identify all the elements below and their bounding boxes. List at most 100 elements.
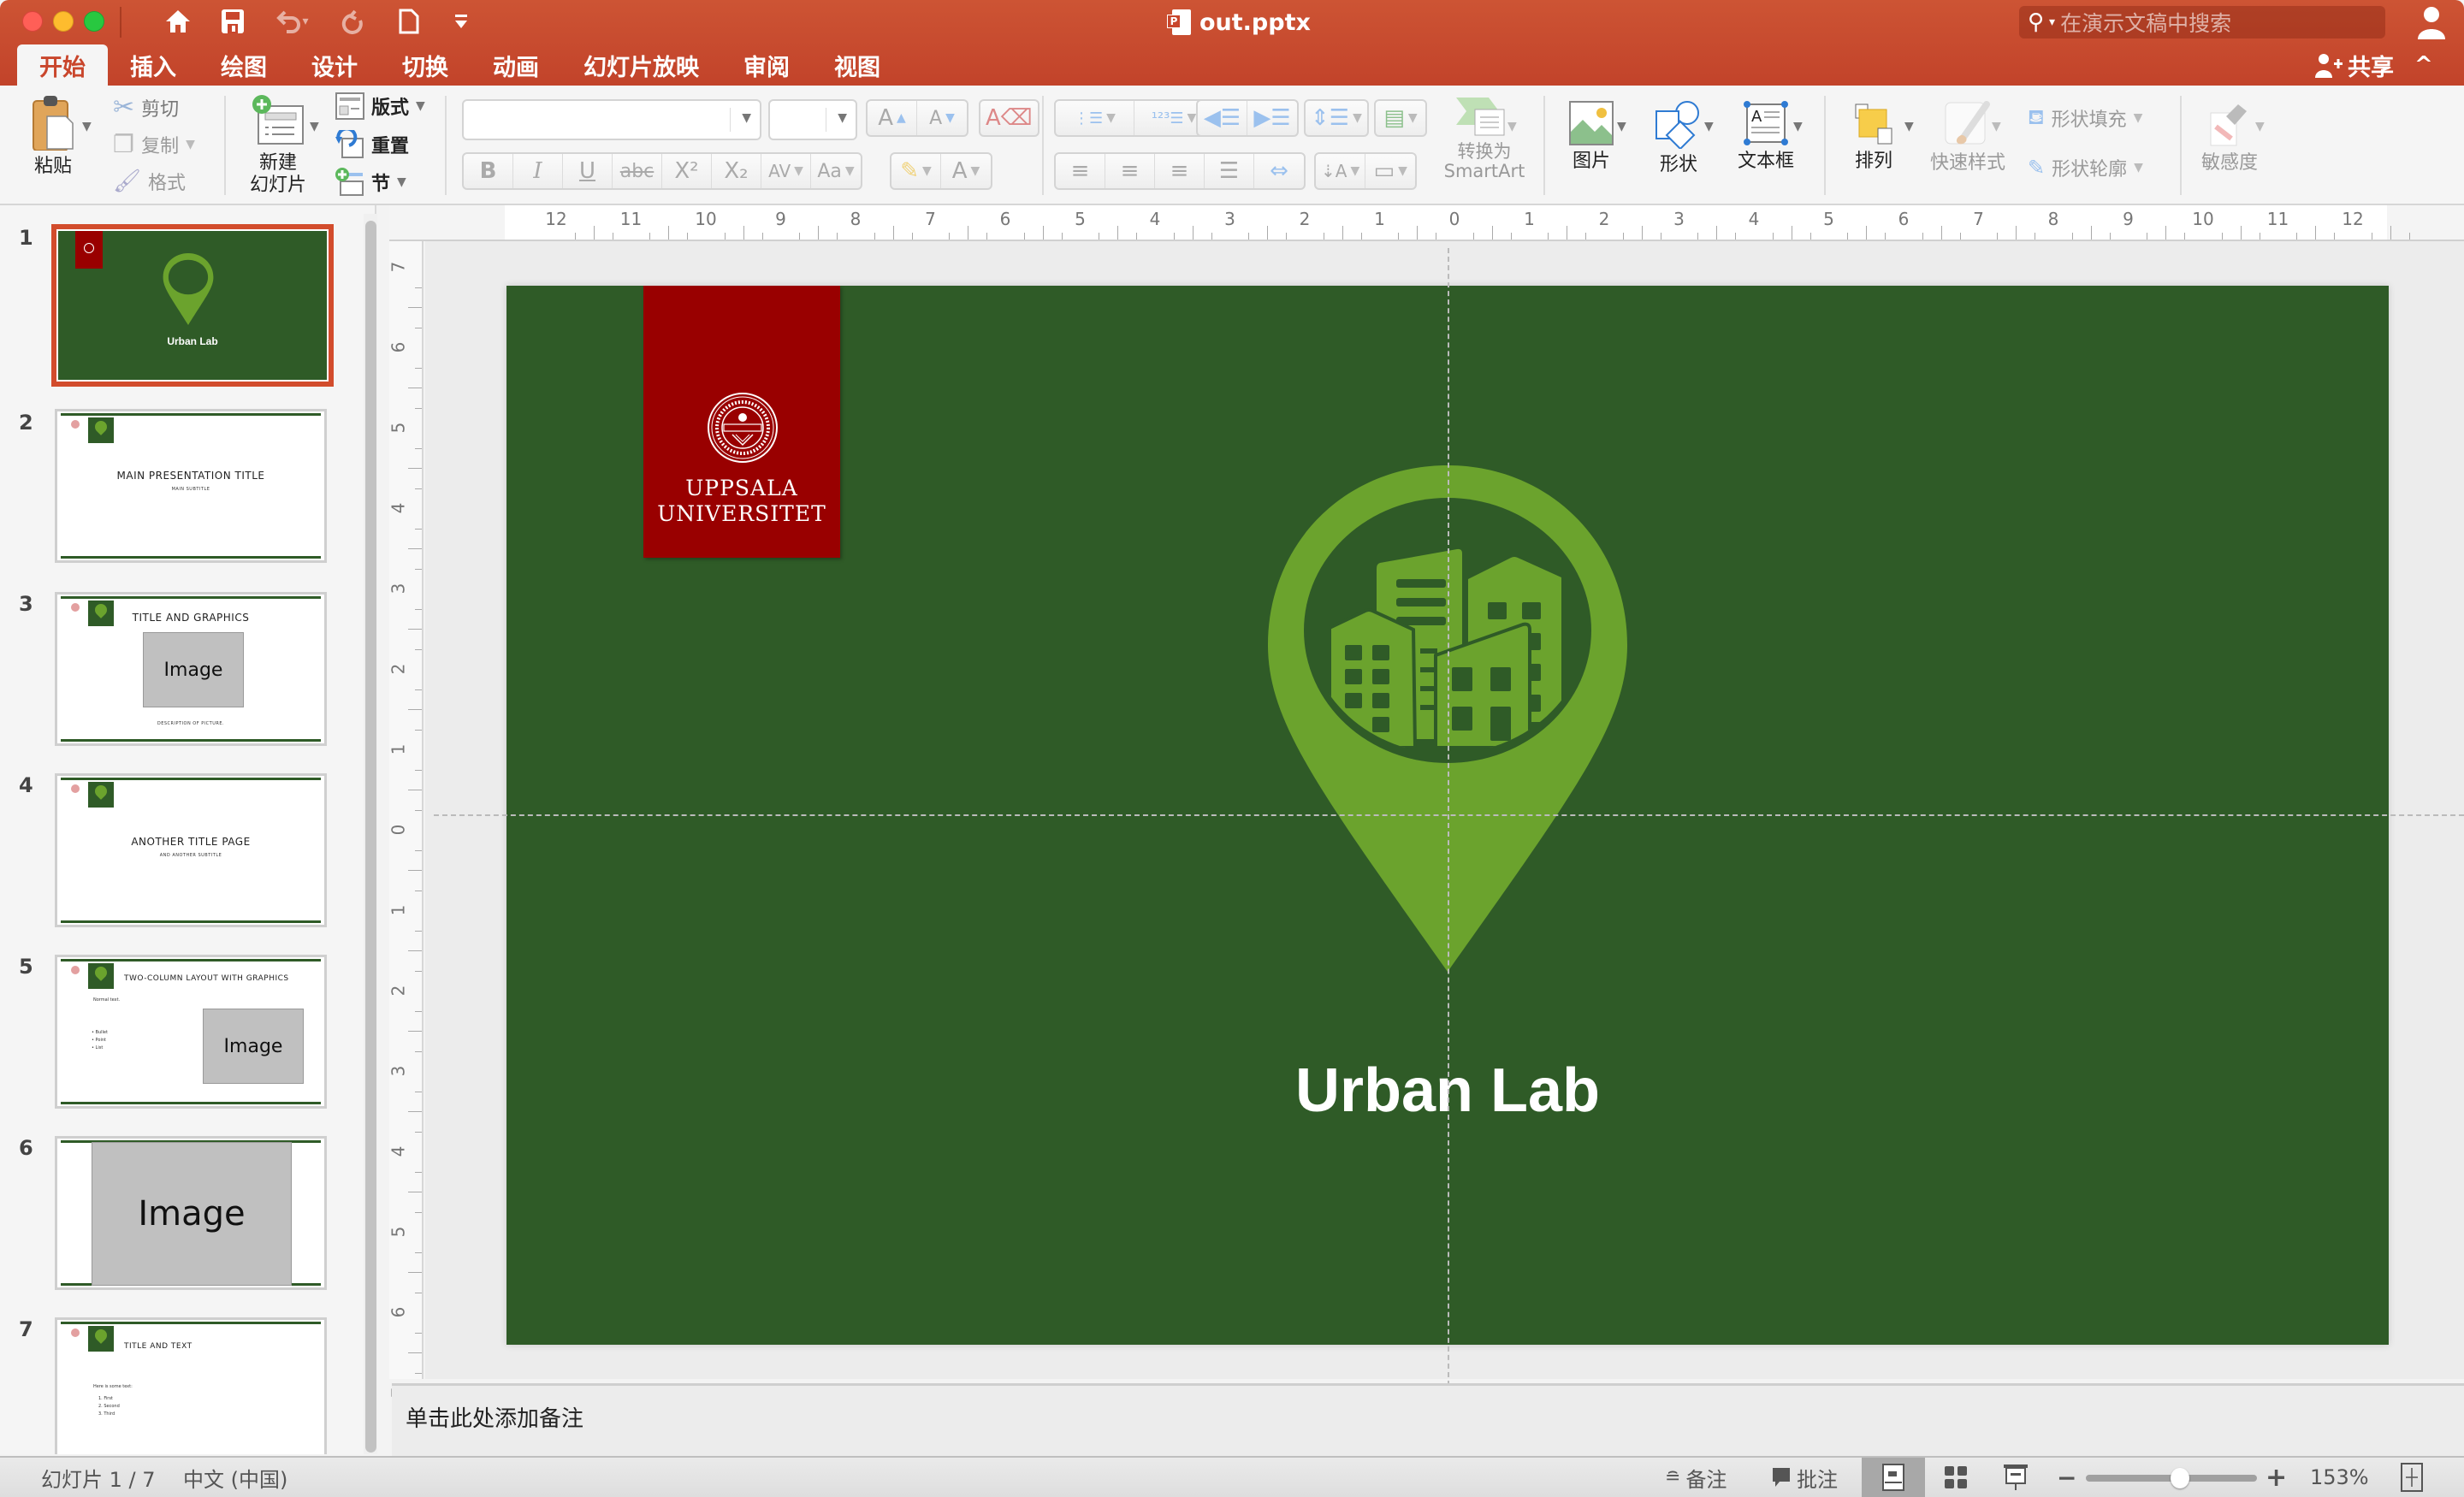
- align-right-button[interactable]: ≡: [1155, 154, 1205, 188]
- tab-design[interactable]: 设计: [289, 44, 380, 86]
- tab-animations[interactable]: 动画: [471, 44, 561, 86]
- quick-styles-dropdown-arrow[interactable]: ▼: [1992, 120, 2001, 133]
- align-left-button[interactable]: ≡: [1056, 154, 1105, 188]
- grow-font-button[interactable]: A ▲: [868, 101, 917, 135]
- character-spacing-button[interactable]: AV ▼: [761, 154, 811, 188]
- picture-dropdown-arrow[interactable]: ▼: [1617, 120, 1626, 133]
- strikethrough-button[interactable]: abc: [613, 154, 662, 188]
- close-window-button[interactable]: [22, 11, 43, 32]
- text-direction-button[interactable]: ⇣A ▼: [1316, 154, 1366, 188]
- italic-button[interactable]: I: [513, 154, 563, 188]
- comments-button[interactable]: 批注: [1771, 1458, 1838, 1497]
- undo-icon[interactable]: ▾: [269, 5, 317, 38]
- maximize-window-button[interactable]: [84, 11, 104, 32]
- new-document-icon[interactable]: [392, 5, 426, 38]
- tab-view[interactable]: 视图: [812, 44, 903, 86]
- change-case-button[interactable]: Aa ▼: [811, 154, 861, 188]
- new-slide-dropdown-arrow[interactable]: ▼: [310, 120, 319, 133]
- redo-icon[interactable]: [335, 5, 370, 38]
- thumbnail-slide-7[interactable]: TITLE AND TEXT Here is some text: 1. Fir…: [55, 1317, 327, 1454]
- font-size-select[interactable]: ▼: [768, 99, 857, 140]
- shape-outline-button[interactable]: ✎ 形状轮廓 ▼: [2028, 154, 2143, 181]
- copy-button[interactable]: ❐ 复制 ▼: [113, 130, 195, 158]
- new-slide-button[interactable]: 新建 幻灯片: [244, 94, 312, 197]
- font-name-select[interactable]: ▼: [462, 99, 761, 140]
- notes-toggle-button[interactable]: ≘ 备注: [1665, 1458, 1727, 1497]
- shrink-font-button[interactable]: A ▼: [917, 101, 967, 135]
- superscript-button[interactable]: X²: [662, 154, 712, 188]
- bold-button[interactable]: B: [464, 154, 513, 188]
- convert-smartart-button[interactable]: 转换为 SmartArt: [1437, 94, 1531, 181]
- account-icon[interactable]: [2416, 5, 2447, 39]
- language-indicator[interactable]: 中文 (中国): [183, 1458, 287, 1497]
- subscript-button[interactable]: X₂: [712, 154, 761, 188]
- tab-draw[interactable]: 绘图: [198, 44, 289, 86]
- shapes-button[interactable]: 形状: [1644, 101, 1713, 176]
- underline-button[interactable]: U: [563, 154, 613, 188]
- highlight-button[interactable]: ✎ ▼: [891, 154, 941, 188]
- align-center-button[interactable]: ≡: [1105, 154, 1155, 188]
- increase-indent-button[interactable]: ▶☰: [1247, 101, 1297, 135]
- thumbnail-slide-1[interactable]: Urban Lab: [51, 224, 334, 387]
- tab-home[interactable]: 开始: [17, 44, 108, 86]
- font-color-button[interactable]: A ▼: [941, 154, 991, 188]
- picture-button[interactable]: 图片: [1557, 101, 1626, 173]
- thumbnail-slide-4[interactable]: ANOTHER TITLE PAGE AND ANOTHER SUBTITLE: [55, 773, 327, 927]
- arrange-dropdown-arrow[interactable]: ▼: [1904, 120, 1914, 133]
- section-button[interactable]: 节 ▼: [335, 168, 406, 197]
- zoom-out-button[interactable]: −: [2057, 1458, 2076, 1497]
- search-box[interactable]: ⚲ ▾ 在演示文稿中搜索: [2019, 6, 2385, 38]
- thumbnail-slide-3[interactable]: TITLE AND GRAPHICS Image DESCRIPTION OF …: [55, 592, 327, 746]
- clear-formatting-button[interactable]: A⌫: [980, 101, 1038, 135]
- textbox-button[interactable]: A 文本框: [1732, 101, 1800, 173]
- zoom-in-button[interactable]: +: [2266, 1458, 2287, 1497]
- textbox-dropdown-arrow[interactable]: ▼: [1793, 120, 1803, 133]
- thumbnails-scrollbar[interactable]: [364, 214, 377, 1454]
- shape-fill-button[interactable]: ⛾ 形状填充 ▼: [2028, 104, 2142, 132]
- smartart-dropdown-arrow[interactable]: ▼: [1507, 120, 1517, 133]
- layout-button[interactable]: 版式 ▼: [335, 92, 425, 120]
- notes-pane[interactable]: 单击此处添加备注: [392, 1383, 2464, 1456]
- horizontal-guide[interactable]: [434, 814, 2464, 816]
- slideshow-button[interactable]: [1999, 1458, 2033, 1497]
- home-icon[interactable]: [161, 5, 195, 38]
- tab-review[interactable]: 审阅: [721, 44, 812, 86]
- uppsala-university-logo[interactable]: UPPSALA UNIVERSITET: [643, 286, 840, 558]
- share-button[interactable]: 共享: [2315, 48, 2394, 82]
- zoom-slider[interactable]: [2086, 1468, 2257, 1488]
- sensitivity-button[interactable]: 敏感度: [2195, 101, 2264, 175]
- columns-button[interactable]: ▤ ▼: [1376, 101, 1425, 135]
- fit-to-window-button[interactable]: [2401, 1458, 2423, 1497]
- tab-transitions[interactable]: 切换: [380, 44, 471, 86]
- thumbnail-slide-2[interactable]: MAIN PRESENTATION TITLE MAIN SUBTITLE: [55, 409, 327, 563]
- thumbnail-slide-6[interactable]: Image: [55, 1136, 327, 1290]
- arrange-button[interactable]: 排列: [1839, 101, 1908, 173]
- bullets-button[interactable]: ⋮☰ ▼: [1056, 101, 1134, 135]
- line-spacing-button[interactable]: ⇕☰ ▼: [1306, 101, 1367, 135]
- scrollbar-thumb[interactable]: [365, 221, 376, 1453]
- tab-insert[interactable]: 插入: [108, 44, 198, 86]
- save-icon[interactable]: [216, 5, 250, 38]
- minimize-window-button[interactable]: [53, 11, 74, 32]
- justify-button[interactable]: ☰: [1205, 154, 1254, 188]
- slide-sorter-button[interactable]: [1939, 1458, 1973, 1497]
- align-text-button[interactable]: ▭ ▼: [1365, 154, 1415, 188]
- zoom-level[interactable]: 153%: [2310, 1458, 2369, 1497]
- quick-styles-button[interactable]: 快速样式: [1925, 101, 2011, 175]
- zoom-slider-handle[interactable]: [2171, 1468, 2189, 1488]
- sensitivity-dropdown-arrow[interactable]: ▼: [2255, 120, 2265, 133]
- customize-toolbar-icon[interactable]: [447, 5, 476, 38]
- paste-button[interactable]: 粘贴: [19, 94, 87, 178]
- normal-view-button[interactable]: [1862, 1458, 1925, 1497]
- format-painter-button[interactable]: 🖌 格式: [113, 168, 186, 195]
- tab-slideshow[interactable]: 幻灯片放映: [561, 44, 721, 86]
- collapse-ribbon-button[interactable]: ^: [2414, 48, 2433, 82]
- cut-button[interactable]: ✂ 剪切: [113, 92, 179, 122]
- vertical-guide[interactable]: [1448, 248, 1449, 1386]
- decrease-indent-button[interactable]: ◀☰: [1198, 101, 1247, 135]
- thumbnail-slide-5[interactable]: TWO-COLUMN LAYOUT WITH GRAPHICS Normal t…: [55, 955, 327, 1109]
- paste-dropdown-arrow[interactable]: ▼: [82, 120, 92, 133]
- reset-button[interactable]: 重置: [335, 130, 409, 159]
- distribute-button[interactable]: ⇔: [1254, 154, 1304, 188]
- shapes-dropdown-arrow[interactable]: ▼: [1704, 120, 1714, 133]
